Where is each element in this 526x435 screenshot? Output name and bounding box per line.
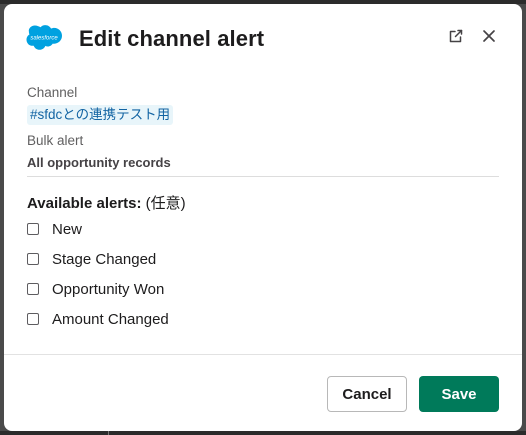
save-button[interactable]: Save — [419, 376, 499, 412]
alert-option-opportunity-won[interactable]: Opportunity Won — [27, 279, 164, 299]
close-icon — [482, 29, 496, 48]
channel-link[interactable]: #sfdcとの連携テスト用 — [27, 105, 174, 125]
dialog-title: Edit channel alert — [79, 26, 265, 51]
checkbox-new[interactable] — [27, 223, 39, 235]
available-alerts-label: Available alerts: — [27, 195, 142, 212]
channel-label: Channel — [27, 85, 78, 100]
cancel-button[interactable]: Cancel — [327, 376, 407, 412]
open-in-new-window-button[interactable] — [444, 26, 468, 50]
bulk-alert-value: All opportunity records — [27, 155, 171, 170]
optional-note: (任意) — [141, 195, 186, 212]
section-divider — [27, 176, 499, 177]
alert-option-label: New — [52, 220, 83, 238]
logo-text: salesforce — [30, 36, 58, 42]
alert-option-label: Opportunity Won — [52, 280, 165, 298]
background-app-strip — [0, 431, 526, 435]
background-divider — [108, 431, 109, 435]
dialog-header: salesforce Edit channel alert — [4, 4, 522, 74]
checkbox-amount-changed[interactable] — [27, 313, 39, 325]
checkbox-opportunity-won[interactable] — [27, 283, 39, 295]
salesforce-logo: salesforce — [26, 24, 62, 50]
available-alerts-heading: Available alerts: (任意) — [27, 192, 186, 213]
footer-divider — [4, 354, 522, 355]
checkbox-stage-changed[interactable] — [27, 253, 39, 265]
alert-option-new[interactable]: New — [27, 219, 82, 239]
alert-option-label: Stage Changed — [52, 250, 157, 268]
alert-option-stage-changed[interactable]: Stage Changed — [27, 249, 156, 269]
close-button[interactable] — [477, 26, 501, 50]
bulk-alert-label: Bulk alert — [27, 133, 84, 148]
alert-option-amount-changed[interactable]: Amount Changed — [27, 309, 169, 329]
edit-channel-alert-dialog: salesforce Edit channel alert Channel #s… — [4, 4, 522, 431]
external-link-icon — [448, 28, 464, 49]
alert-option-label: Amount Changed — [52, 310, 169, 328]
